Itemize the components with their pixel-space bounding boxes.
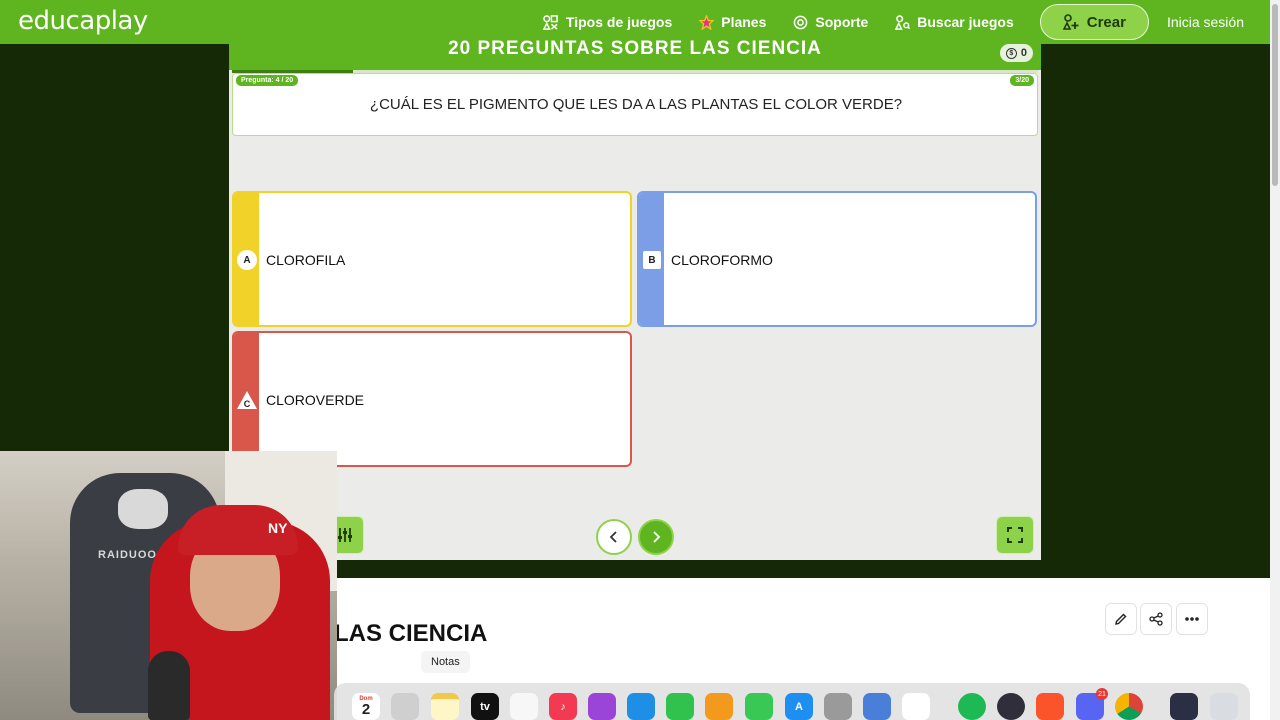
educaplay-logo[interactable]: educaplay: [18, 6, 148, 36]
answer-text: CLOROFORMO: [671, 252, 773, 268]
answer-text: CLOROFILA: [266, 252, 346, 268]
nav-tipos-de-juegos[interactable]: Tipos de juegos: [543, 14, 672, 30]
create-shapes-icon: [1062, 14, 1079, 30]
page-title: LAS CIENCIA: [334, 620, 488, 647]
microphone: [148, 651, 190, 720]
nav-buscar-juegos[interactable]: Buscar juegos: [894, 14, 1014, 30]
facetime-icon[interactable]: [745, 693, 773, 720]
system-settings-icon[interactable]: [824, 693, 852, 720]
question-counter-badge: Pregunta: 4 / 20: [236, 75, 299, 86]
nav-label: Tipos de juegos: [565, 14, 673, 30]
contacts-icon[interactable]: [391, 693, 419, 720]
pencil-icon: [1115, 613, 1127, 625]
answer-option-c[interactable]: C CLOROVERDE: [232, 331, 632, 467]
answer-option-a[interactable]: A CLOROFILA: [232, 191, 632, 327]
webcam-overlay: RAIDUOO NY: [0, 451, 337, 720]
game-header: 20 PREGUNTAS SOBRE LAS CIENCIA $ 0: [229, 38, 1041, 70]
search-shapes-icon: [894, 14, 910, 30]
question-text: ¿CUÁL ES EL PIGMENTO QUE LES DA A LAS PL…: [369, 96, 903, 113]
apple-tv-icon[interactable]: tv: [471, 693, 499, 720]
svg-text:C: C: [244, 399, 251, 409]
chair-logo: [118, 489, 168, 529]
sliders-icon: [338, 528, 352, 542]
chevron-right-icon: [653, 531, 661, 543]
game-title: 20 PREGUNTAS SOBRE LAS CIENCIA: [448, 38, 822, 59]
chrome-icon[interactable]: [1115, 693, 1143, 720]
answered-counter-badge: 3/20: [1010, 75, 1034, 86]
fullscreen-icon: [1007, 527, 1023, 543]
answer-text: CLOROVERDE: [266, 392, 365, 408]
chevron-left-icon: [609, 531, 617, 543]
question-card: Pregunta: 4 / 20 3/20 ¿CUÁL ES EL PIGMEN…: [232, 73, 1038, 136]
create-label: Crear: [1086, 13, 1126, 31]
notes-icon[interactable]: [431, 693, 459, 720]
dock-tooltip: Notas: [421, 651, 470, 673]
trash-icon[interactable]: [1210, 693, 1238, 720]
scrollbar-thumb[interactable]: [1272, 4, 1278, 186]
answer-letter-circle: A: [237, 250, 257, 270]
coin-icon: $: [1005, 47, 1017, 59]
ellipsis-icon: [1185, 617, 1199, 621]
login-link[interactable]: Inicia sesión: [1167, 14, 1244, 30]
score-value: 0: [1020, 47, 1027, 59]
nav-label: Soporte: [815, 14, 869, 30]
share-button[interactable]: [1140, 603, 1172, 635]
discord-notification-badge: 21: [1096, 688, 1108, 700]
nav-soporte[interactable]: Soporte: [792, 14, 868, 30]
podcasts-icon[interactable]: [588, 693, 616, 720]
calendar-day: 2: [361, 701, 371, 718]
calendar-icon[interactable]: Dom 2: [352, 693, 380, 720]
star-icon: [698, 14, 714, 30]
simulator-icon[interactable]: [863, 693, 891, 720]
pages-icon[interactable]: [705, 693, 733, 720]
window-thumbnail-icon[interactable]: [1170, 693, 1198, 720]
lifebuoy-icon: [792, 14, 808, 30]
obs-icon[interactable]: [997, 693, 1025, 720]
macos-dock: Dom 2 tv ♪ A: [334, 683, 1250, 720]
edit-button[interactable]: [1105, 603, 1137, 635]
app-store-icon[interactable]: A: [785, 693, 813, 720]
create-button[interactable]: Crear: [1039, 4, 1149, 40]
brave-icon[interactable]: [1036, 693, 1064, 720]
answer-letter-square: B: [643, 251, 661, 269]
cap-logo: NY: [268, 520, 288, 536]
nav-label: Planes: [721, 14, 767, 30]
answer-option-b[interactable]: B CLOROFORMO: [637, 191, 1037, 327]
keynote-icon[interactable]: [627, 693, 655, 720]
share-icon: [1149, 612, 1163, 626]
quiz-game-frame: 20 PREGUNTAS SOBRE LAS CIENCIA $ 0 Pregu…: [229, 38, 1041, 560]
score-counter: $ 0: [999, 44, 1033, 62]
music-icon[interactable]: ♪: [549, 693, 577, 720]
fullscreen-button[interactable]: [996, 516, 1034, 554]
shapes-icon: [543, 14, 559, 30]
next-button[interactable]: [638, 519, 674, 555]
spotify-icon[interactable]: [958, 693, 986, 720]
more-options-button[interactable]: [1176, 603, 1208, 635]
reminders-icon[interactable]: [510, 693, 538, 720]
nav-planes[interactable]: Planes: [698, 14, 766, 30]
nav-label: Buscar juegos: [917, 14, 1014, 30]
chair-brand-text: RAIDUOO: [98, 549, 157, 561]
previous-button[interactable]: [596, 519, 632, 555]
numbers-icon[interactable]: [666, 693, 694, 720]
freeform-icon[interactable]: [902, 693, 930, 720]
answer-letter-triangle: C: [237, 391, 257, 409]
page-scrollbar[interactable]: [1270, 0, 1280, 720]
